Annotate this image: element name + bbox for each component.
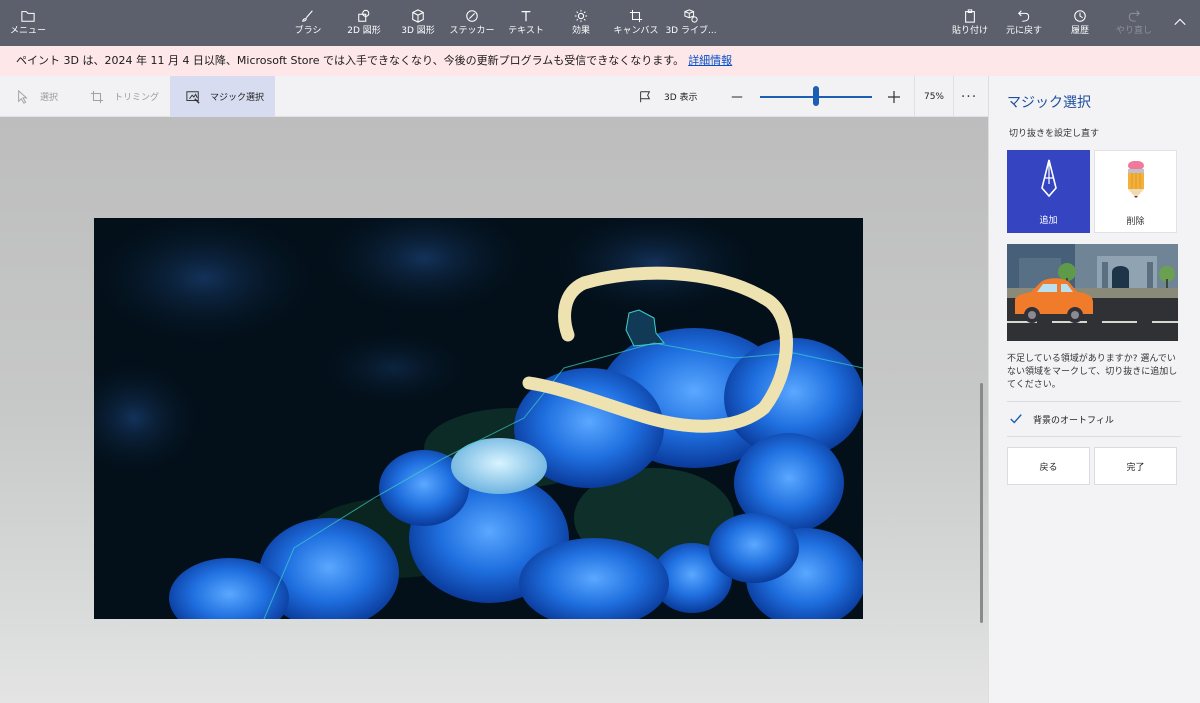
select-tool[interactable]: 選択: [0, 76, 80, 117]
magic-select-label: マジック選択: [210, 93, 265, 103]
magic-select-icon: [186, 90, 200, 104]
panel-title: マジック選択: [1007, 95, 1091, 111]
crop-label: トリミング: [114, 93, 160, 103]
magic-select-tool[interactable]: マジック選択: [170, 76, 275, 117]
canvas-button[interactable]: キャンバス: [612, 0, 660, 46]
chevron-up-icon: [1174, 18, 1186, 26]
autofill-label: 背景のオートフィル: [1033, 415, 1114, 426]
eraser-icon: [1127, 161, 1144, 198]
redo-button[interactable]: やり直し: [1114, 0, 1154, 46]
photo-content: [94, 218, 863, 619]
vertical-scrollbar[interactable]: [980, 383, 983, 623]
canvas-label: キャンバス: [613, 26, 659, 36]
car-illustration: [1007, 244, 1178, 341]
history-button[interactable]: 履歴: [1060, 0, 1100, 46]
history-label: 履歴: [1070, 26, 1089, 36]
sticker-icon: [466, 10, 478, 22]
undo-label: 元に戻す: [1005, 26, 1042, 36]
back-label: 戻る: [1039, 462, 1058, 473]
zoom-out-icon[interactable]: [730, 90, 744, 104]
pen-icon: [1040, 159, 1057, 198]
checkmark-icon: [1010, 414, 1022, 424]
done-button[interactable]: 完了: [1094, 447, 1177, 485]
menu-button[interactable]: メニュー: [8, 0, 48, 46]
autofill-checkbox[interactable]: 背景のオートフィル: [1009, 411, 1114, 427]
deprecation-notice: ペイント 3D は、2024 年 11 月 4 日以降、Microsoft St…: [0, 46, 1200, 76]
add-button[interactable]: 追加: [1007, 150, 1090, 233]
select-label: 選択: [40, 93, 59, 103]
library-3d-label: 3D ライブ...: [665, 26, 717, 36]
undo-icon: [1018, 10, 1030, 22]
paste-button[interactable]: 貼り付け: [950, 0, 990, 46]
back-button[interactable]: 戻る: [1007, 447, 1090, 485]
remove-button[interactable]: 削除: [1094, 150, 1177, 233]
stickers-button[interactable]: ステッカー: [448, 0, 496, 46]
shapes-3d-button[interactable]: 3D 図形: [394, 0, 442, 46]
hydrangea-photo[interactable]: [94, 218, 863, 619]
top-toolbar: メニュー ブラシ 2D 図形 3D 図形 ステッカー テキスト 効果 キャンバス…: [0, 0, 1200, 46]
redo-icon: [1128, 10, 1140, 22]
brush-button[interactable]: ブラシ: [290, 0, 326, 46]
more-icon: ···: [960, 88, 978, 105]
notice-message: ペイント 3D は、2024 年 11 月 4 日以降、Microsoft St…: [16, 54, 685, 67]
cursor-icon: [18, 89, 28, 104]
divider: [1007, 401, 1181, 402]
done-label: 完了: [1126, 462, 1145, 473]
library-3d-button[interactable]: 3D ライブ...: [665, 0, 717, 46]
details-link[interactable]: 詳細情報: [688, 54, 732, 67]
clipboard-icon: [965, 9, 975, 23]
collapse-toolbar-button[interactable]: [1168, 0, 1192, 46]
more-options-button[interactable]: ···: [958, 76, 980, 117]
shapes-2d-icon: [358, 9, 370, 22]
text-icon: [521, 11, 531, 22]
hint-text: 不足している領域がありますか? 選んでいない領域をマークして、切り抜きに追加して…: [1007, 354, 1178, 390]
paste-label: 貼り付け: [951, 26, 988, 36]
stickers-label: ステッカー: [449, 26, 495, 36]
library-3d-icon: [684, 9, 698, 23]
flag-icon: [640, 90, 651, 102]
divider: [1007, 436, 1181, 437]
undo-button[interactable]: 元に戻す: [1004, 0, 1044, 46]
shapes-2d-label: 2D 図形: [347, 26, 381, 36]
shapes-2d-button[interactable]: 2D 図形: [340, 0, 388, 46]
shapes-3d-label: 3D 図形: [401, 26, 435, 36]
zoom-percentage[interactable]: 75%: [914, 76, 954, 117]
hint-illustration: [1007, 244, 1178, 341]
folder-icon: [21, 11, 35, 22]
history-icon: [1074, 10, 1086, 22]
menu-label: メニュー: [9, 26, 46, 36]
crop-tool[interactable]: トリミング: [74, 76, 170, 117]
cube-icon: [412, 9, 424, 23]
zoom-in-icon[interactable]: [886, 89, 902, 105]
brush-label: ブラシ: [294, 26, 322, 36]
effects-label: 効果: [571, 26, 590, 36]
crop-icon: [90, 90, 104, 103]
remove-label: 削除: [1126, 217, 1145, 227]
canvas-icon: [629, 9, 643, 23]
brush-icon: [302, 10, 313, 22]
text-button[interactable]: テキスト: [506, 0, 546, 46]
reset-cutout-label: 切り抜きを設定し直す: [1009, 129, 1100, 139]
magic-select-panel: マジック選択 切り抜きを設定し直す 追加 削除 不足している領域がありますか? …: [988, 76, 1200, 703]
canvas-area[interactable]: [0, 117, 988, 703]
zoom-slider-thumb[interactable]: [813, 86, 819, 106]
view-3d-label: 3D 表示: [664, 93, 698, 103]
sun-icon: [574, 9, 588, 23]
redo-label: やり直し: [1115, 26, 1152, 36]
add-label: 追加: [1039, 216, 1058, 226]
zoom-value: 75%: [923, 91, 944, 102]
text-label: テキスト: [508, 26, 544, 36]
effects-button[interactable]: 効果: [562, 0, 600, 46]
view-3d-toggle[interactable]: 3D 表示: [638, 76, 698, 117]
